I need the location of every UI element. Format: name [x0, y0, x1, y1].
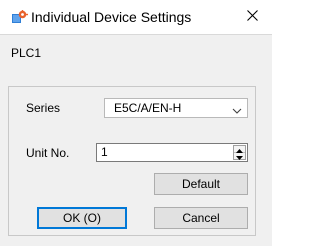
unit-no-label: Unit No.: [26, 146, 70, 160]
series-dropdown[interactable]: E5C/A/EN-H: [104, 98, 248, 118]
close-icon: [246, 10, 258, 24]
series-value: E5C/A/EN-H: [114, 101, 182, 115]
series-label: Series: [26, 101, 61, 115]
settings-panel: Series E5C/A/EN-H Unit No. 1 Default OK …: [8, 86, 256, 236]
unit-no-input[interactable]: 1: [101, 145, 108, 159]
close-button[interactable]: [232, 0, 272, 34]
cancel-button[interactable]: Cancel: [154, 207, 248, 229]
window-title: Individual Device Settings: [31, 9, 192, 25]
settings-device-icon: [12, 10, 28, 24]
default-button[interactable]: Default: [154, 173, 248, 195]
individual-device-settings-dialog: Individual Device Settings PLC1 Series E…: [0, 0, 272, 246]
spin-down-button[interactable]: [234, 152, 245, 160]
title-bar: Individual Device Settings: [0, 0, 272, 34]
unit-no-stepper[interactable]: 1: [96, 143, 248, 162]
spin-buttons: [233, 145, 246, 160]
device-name: PLC1: [11, 46, 42, 60]
device-name-bar: PLC1: [0, 34, 272, 70]
chevron-down-icon: [232, 104, 242, 114]
ok-button[interactable]: OK (O): [37, 207, 127, 229]
caret-down-icon: [236, 149, 243, 163]
